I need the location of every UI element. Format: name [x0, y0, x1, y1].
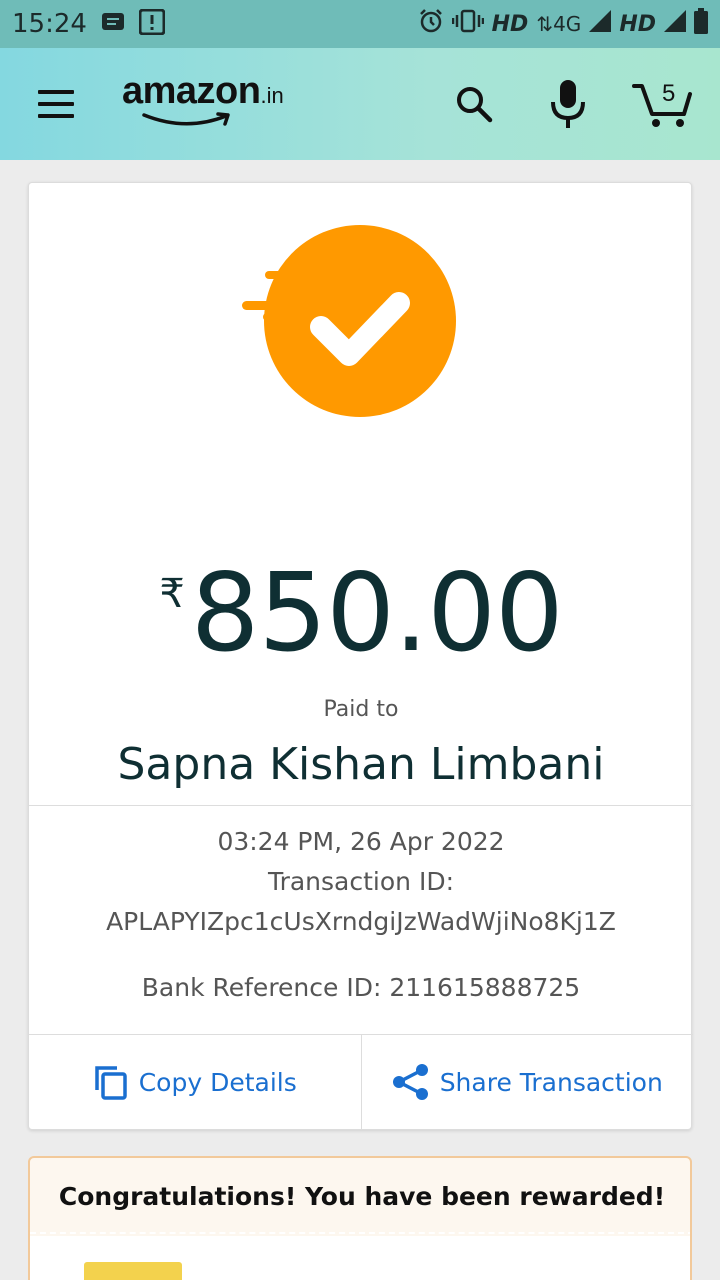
share-icon: [392, 1064, 428, 1100]
battery-icon: [694, 8, 708, 40]
menu-icon: [38, 90, 74, 94]
voice-search-button[interactable]: [548, 78, 588, 130]
app-header: amazon.in 5: [0, 48, 720, 160]
search-button[interactable]: [454, 84, 494, 124]
smile-icon: [142, 112, 230, 126]
reward-divider: [30, 1232, 690, 1234]
transaction-datetime: 03:24 PM, 26 Apr 2022: [217, 827, 505, 856]
payee-name: Sapna Kishan Limbani: [117, 739, 605, 790]
copy-details-label: Copy Details: [138, 1067, 297, 1097]
bank-reference-id: Bank Reference ID: 211615888725: [141, 973, 581, 1002]
payment-receipt-card: ₹850.00 Paid to Sapna Kishan Limbani 03:…: [28, 182, 693, 1130]
paid-to-label: Paid to: [323, 697, 399, 722]
logo-tld: .in: [260, 83, 284, 108]
cart-button[interactable]: 5: [632, 78, 696, 130]
signal-icon-2: [664, 10, 686, 38]
vibrate-icon: [451, 9, 484, 39]
alert-icon: [138, 8, 166, 39]
transaction-id[interactable]: APLAPYIZpc1cUsXrndgiJzWadWjiNo8Kj1Z: [29, 907, 693, 936]
reward-thumbnail: [84, 1262, 182, 1280]
amazon-logo[interactable]: amazon.in: [122, 70, 284, 126]
alarm-icon: [418, 8, 444, 40]
divider: [29, 805, 693, 806]
network-type-label: ⇅4G: [536, 12, 582, 36]
signal-icon: [589, 10, 612, 38]
search-icon: [457, 87, 493, 123]
status-time: 15:24: [12, 9, 87, 39]
checkmark-icon: [242, 225, 456, 417]
network-label-2: HD: [619, 11, 656, 37]
reward-title: Congratulations! You have been rewarded!: [58, 1182, 666, 1211]
currency-symbol: ₹: [159, 571, 185, 617]
share-transaction-button[interactable]: Share Transaction: [360, 1035, 694, 1129]
reward-body: [30, 1236, 690, 1280]
amount-display: ₹850.00: [29, 551, 693, 676]
status-right: HD ⇅4G HD: [418, 8, 708, 40]
copy-details-button[interactable]: Copy Details: [29, 1035, 361, 1129]
receipt-actions: Copy Details Share Transaction: [29, 1035, 693, 1129]
network-label-1: HD: [491, 11, 529, 37]
microphone-icon: [551, 80, 585, 128]
payment-success-icon: [239, 223, 469, 423]
menu-button[interactable]: [38, 90, 74, 118]
amount-value: 850.00: [190, 551, 564, 676]
cart-count: 5: [662, 80, 676, 107]
logo-text: amazon: [122, 70, 261, 112]
transaction-id-label: Transaction ID:: [267, 867, 454, 896]
message-icon: [101, 11, 125, 37]
copy-icon: [94, 1066, 127, 1100]
share-transaction-label: Share Transaction: [439, 1067, 663, 1097]
reward-card[interactable]: Congratulations! You have been rewarded!: [28, 1156, 692, 1280]
status-bar: 15:24 HD ⇅4G HD: [0, 0, 720, 48]
